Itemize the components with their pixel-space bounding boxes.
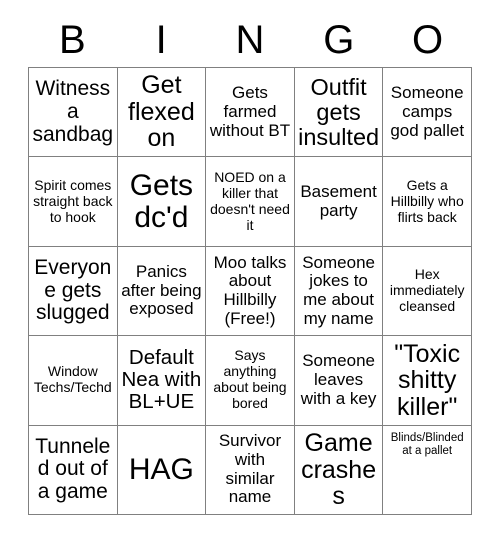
bingo-cell-r4c5[interactable]: "Toxic shitty killer" bbox=[383, 336, 472, 426]
bingo-cell-r5c1[interactable]: Tunneled out of a game bbox=[29, 425, 118, 515]
bingo-cell-r1c1[interactable]: Witness a sandbag bbox=[29, 68, 118, 158]
bingo-cell-label: Blinds/Blinded at a pallet bbox=[390, 431, 464, 458]
bingo-cell-label: Someone jokes to me about my name bbox=[302, 252, 375, 328]
bingo-cell-r3c3[interactable]: Moo talks about Hillbilly (Free!) bbox=[206, 246, 295, 337]
bingo-cell-label: Tunneled out of a game bbox=[35, 434, 111, 504]
bingo-cell-r5c3[interactable]: Survivor with similar name bbox=[206, 425, 295, 515]
bingo-cell-label: Basement party bbox=[300, 181, 377, 220]
bingo-cell-r3c2[interactable]: Panics after being exposed bbox=[117, 246, 207, 337]
bingo-cell-r5c4[interactable]: Game crashes bbox=[294, 425, 384, 515]
bingo-cell-label: Default Nea with BL+UE bbox=[121, 346, 202, 414]
bingo-cell-label: Panics after being exposed bbox=[121, 261, 202, 319]
bingo-header-letter-3: N bbox=[235, 18, 265, 62]
bingo-card: BINGO Witness a sandbag Get flexed on Gets… bbox=[0, 0, 500, 544]
bingo-cell-label: Window Techs/Techd bbox=[33, 363, 112, 396]
bingo-cell-label: Hex immediately cleansed bbox=[389, 266, 465, 314]
bingo-cell-r4c2[interactable]: Default Nea with BL+UE bbox=[117, 336, 207, 426]
bingo-cell-label: Spirit comes straight back to hook bbox=[33, 176, 113, 225]
bingo-cell-label: Gets farmed without BT bbox=[209, 83, 291, 140]
bingo-cell-label: NOED on a killer that doesn't need it bbox=[210, 168, 290, 233]
bingo-cell-r5c5[interactable]: Blinds/Blinded at a pallet bbox=[383, 425, 472, 515]
bingo-header-letter-2: I bbox=[155, 18, 167, 62]
bingo-header-letter-1: B bbox=[59, 18, 86, 62]
bingo-header-row: BINGO bbox=[28, 14, 472, 66]
bingo-cell-label: Game crashes bbox=[301, 429, 377, 511]
bingo-cell-r3c1[interactable]: Everyone gets slugged bbox=[29, 246, 118, 337]
bingo-cell-label: Gets a Hillbilly who flirts back bbox=[390, 176, 464, 225]
bingo-cell-label: Survivor with similar name bbox=[218, 431, 282, 507]
bingo-cell-label: Says anything about being bored bbox=[213, 347, 287, 412]
bingo-cell-label: Gets dc'd bbox=[129, 169, 194, 234]
bingo-cell-r2c3[interactable]: NOED on a killer that doesn't need it bbox=[206, 157, 295, 247]
bingo-cell-label: Witness a sandbag bbox=[32, 77, 114, 146]
bingo-cell-label: Someone camps god pallet bbox=[390, 83, 465, 140]
bingo-cell-r4c1[interactable]: Window Techs/Techd bbox=[29, 336, 118, 426]
bingo-cell-r4c4[interactable]: Someone leaves with a key bbox=[294, 336, 384, 426]
bingo-cell-r5c2[interactable]: HAG bbox=[117, 425, 207, 515]
bingo-cell-label: Someone leaves with a key bbox=[300, 351, 377, 408]
bingo-cell-label: Get flexed on bbox=[128, 71, 195, 153]
bingo-header-letter-5: O bbox=[412, 18, 444, 62]
bingo-cell-label: Moo talks about Hillbilly (Free!) bbox=[213, 252, 287, 328]
bingo-cell-label: Outfit gets insulted bbox=[298, 73, 380, 150]
bingo-cell-label: "Toxic shitty killer" bbox=[394, 339, 461, 421]
bingo-cell-r1c5[interactable]: Someone camps god pallet bbox=[383, 68, 472, 158]
bingo-cell-r2c5[interactable]: Gets a Hillbilly who flirts back bbox=[383, 157, 472, 247]
bingo-cell-label: HAG bbox=[128, 453, 194, 487]
bingo-cell-r1c4[interactable]: Outfit gets insulted bbox=[294, 68, 384, 158]
bingo-cell-r1c3[interactable]: Gets farmed without BT bbox=[206, 68, 295, 158]
bingo-cell-r3c4[interactable]: Someone jokes to me about my name bbox=[294, 246, 384, 337]
bingo-cell-r3c5[interactable]: Hex immediately cleansed bbox=[383, 246, 472, 337]
bingo-header-letter-4: G bbox=[323, 18, 355, 62]
bingo-cell-r2c2[interactable]: Gets dc'd bbox=[117, 157, 207, 247]
bingo-cell-r2c1[interactable]: Spirit comes straight back to hook bbox=[29, 157, 118, 247]
bingo-cell-r2c4[interactable]: Basement party bbox=[294, 157, 384, 247]
bingo-cell-r4c3[interactable]: Says anything about being bored bbox=[206, 336, 295, 426]
bingo-grid: Witness a sandbag Get flexed on Gets farme… bbox=[28, 67, 472, 515]
bingo-cell-r1c2[interactable]: Get flexed on bbox=[117, 68, 207, 158]
bingo-cell-label: Everyone gets slugged bbox=[34, 255, 112, 325]
